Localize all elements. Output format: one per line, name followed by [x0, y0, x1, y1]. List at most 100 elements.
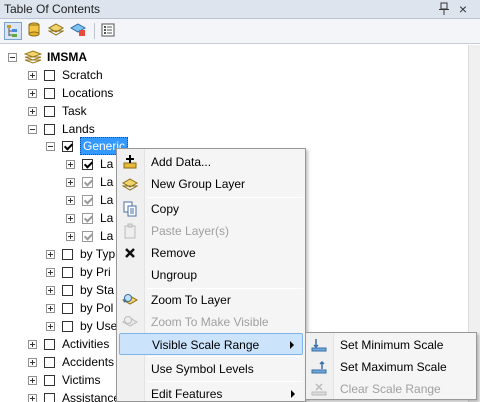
tree-item-task[interactable]: Task: [28, 102, 87, 120]
visibility-checkbox[interactable]: [62, 320, 73, 332]
visibility-checkbox[interactable]: [82, 194, 93, 206]
expand-icon[interactable]: [46, 321, 55, 331]
paste-icon: [124, 223, 136, 239]
menu-item-use-symbol-levels[interactable]: Use Symbol Levels: [119, 358, 303, 380]
expand-icon[interactable]: [28, 339, 37, 349]
menu-item-edit-features[interactable]: Edit Features: [119, 383, 303, 402]
panel-title: Table Of Contents: [4, 2, 101, 16]
visibility-checkbox[interactable]: [44, 356, 55, 368]
visibility-checkbox[interactable]: [62, 284, 73, 296]
panel-title-bar: Table Of Contents ×: [0, 0, 480, 19]
tree-item-by-priority[interactable]: by Pri: [46, 263, 111, 281]
tree-item-layer[interactable]: La: [66, 209, 113, 227]
options-icon: [101, 23, 115, 37]
tree-item-by-use[interactable]: by Use: [46, 317, 117, 335]
list-by-selection-button[interactable]: [69, 22, 88, 40]
options-button[interactable]: [100, 22, 118, 40]
tree-item-layer[interactable]: La: [66, 173, 113, 191]
menu-item-ungroup[interactable]: Ungroup: [119, 264, 303, 286]
tree-item-label: La: [100, 229, 114, 243]
tree-item-locations[interactable]: Locations: [28, 84, 113, 102]
collapse-icon[interactable]: [8, 52, 17, 62]
tree-item-label: Task: [62, 104, 87, 118]
tree-item-by-status[interactable]: by Sta: [46, 281, 114, 299]
visibility-checkbox[interactable]: [82, 230, 93, 242]
new-group-layer-icon: [122, 178, 138, 191]
expand-icon[interactable]: [28, 70, 37, 80]
tree-item-scratch[interactable]: Scratch: [28, 66, 103, 84]
tree-item-by-pol[interactable]: by Pol: [46, 299, 113, 317]
visibility-checkbox[interactable]: [62, 248, 73, 260]
menu-separator: [147, 356, 303, 357]
tree-item-victims[interactable]: Victims: [28, 371, 100, 389]
visibility-checkbox[interactable]: [44, 392, 55, 402]
toolbar-separator: [94, 23, 95, 39]
visibility-checkbox[interactable]: [44, 374, 55, 386]
menu-item-zoom-to-make-visible[interactable]: Zoom To Make Visible: [119, 311, 303, 333]
tree-item-activities[interactable]: Activities: [28, 335, 109, 353]
expand-icon[interactable]: [28, 88, 37, 98]
zoom-to-layer-icon: [122, 294, 138, 305]
tree-item-lands[interactable]: Lands: [28, 120, 95, 138]
tree-root[interactable]: IMSMA: [8, 48, 87, 66]
tree-item-label: by Use: [80, 319, 118, 333]
menu-item-set-maximum-scale[interactable]: Set Maximum Scale: [308, 356, 474, 378]
list-by-source-button[interactable]: [26, 22, 44, 40]
copy-icon: [123, 201, 137, 217]
menu-item-new-group-layer[interactable]: New Group Layer: [119, 173, 303, 195]
expand-icon[interactable]: [46, 267, 55, 277]
visibility-checkbox[interactable]: [62, 302, 73, 314]
tree-item-layer[interactable]: La: [66, 155, 113, 173]
expand-icon[interactable]: [46, 249, 55, 259]
visibility-checkbox[interactable]: [44, 338, 55, 350]
visibility-checkbox[interactable]: [82, 176, 93, 188]
visibility-checkbox[interactable]: [62, 266, 73, 278]
menu-item-copy[interactable]: Copy: [119, 198, 303, 220]
expand-icon[interactable]: [28, 375, 37, 385]
menu-item-set-minimum-scale[interactable]: Set Minimum Scale: [308, 334, 474, 356]
expand-icon[interactable]: [28, 393, 37, 402]
expand-icon[interactable]: [66, 159, 75, 169]
expand-icon[interactable]: [66, 213, 75, 223]
collapse-icon[interactable]: [46, 141, 55, 151]
pin-icon[interactable]: [438, 2, 450, 16]
expand-icon[interactable]: [28, 106, 37, 116]
expand-icon[interactable]: [66, 177, 75, 187]
close-icon[interactable]: ×: [456, 1, 470, 17]
menu-item-paste-layers[interactable]: Paste Layer(s): [119, 220, 303, 242]
tree-item-layer[interactable]: La: [66, 227, 113, 245]
menu-item-visible-scale-range[interactable]: Visible Scale Range: [119, 333, 303, 355]
visibility-checkbox[interactable]: [82, 212, 93, 224]
tree-item-accidents[interactable]: Accidents: [28, 353, 114, 371]
expand-icon[interactable]: [46, 303, 55, 313]
tree-item-label: La: [100, 157, 114, 171]
tree-item-label: by Typ: [80, 247, 116, 261]
expand-icon[interactable]: [66, 231, 75, 241]
tree-item-label: by Pri: [80, 265, 111, 279]
submenu-arrow-icon: [290, 341, 294, 349]
visibility-checkbox[interactable]: [44, 123, 55, 135]
expand-icon[interactable]: [28, 357, 37, 367]
menu-item-remove[interactable]: Remove: [119, 242, 303, 264]
tree-item-assistance[interactable]: Assistance: [28, 389, 120, 402]
visibility-checkbox[interactable]: [62, 140, 73, 152]
layers-icon: [24, 50, 42, 64]
menu-item-zoom-to-layer[interactable]: Zoom To Layer: [119, 289, 303, 311]
visibility-checkbox[interactable]: [82, 158, 93, 170]
collapse-icon[interactable]: [28, 124, 37, 134]
submenu-arrow-icon: [291, 390, 295, 398]
menu-item-clear-scale-range[interactable]: Clear Scale Range: [308, 378, 474, 400]
list-by-visibility-button[interactable]: [47, 22, 66, 40]
menu-item-add-data[interactable]: Add Data...: [119, 151, 303, 173]
list-by-source-icon: [28, 22, 40, 37]
expand-icon[interactable]: [46, 285, 55, 295]
expand-icon[interactable]: [66, 195, 75, 205]
tree-item-layer[interactable]: La: [66, 191, 113, 209]
tree-item-by-type[interactable]: by Typ: [46, 245, 115, 263]
visibility-checkbox[interactable]: [44, 87, 55, 99]
visibility-checkbox[interactable]: [44, 69, 55, 81]
tree-root-label: IMSMA: [47, 50, 87, 64]
visibility-checkbox[interactable]: [44, 105, 55, 117]
visible-scale-range-submenu: Set Minimum Scale Set Maximum Scale Clea…: [305, 332, 477, 400]
list-by-drawing-order-button[interactable]: [4, 22, 22, 40]
